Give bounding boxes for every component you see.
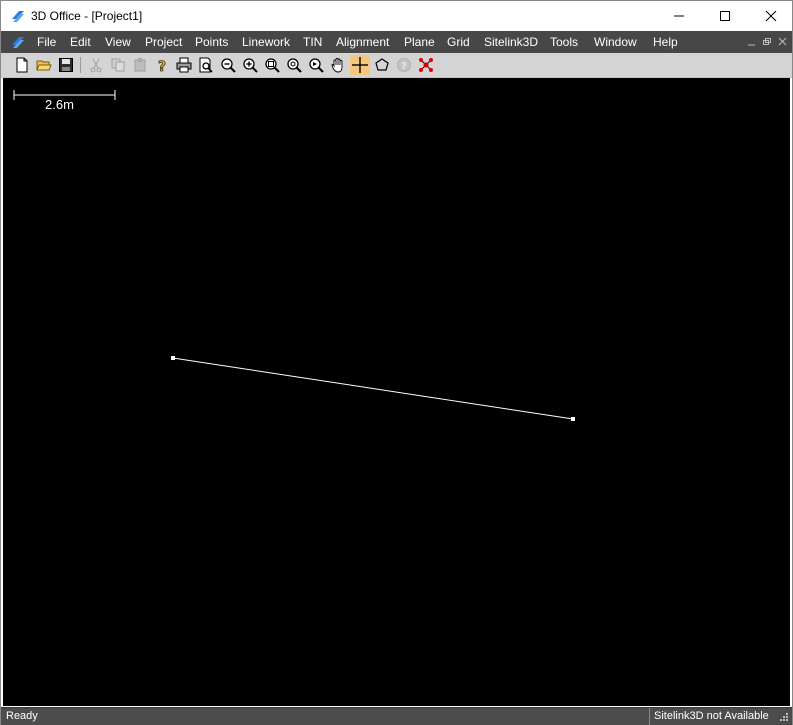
print-preview-button[interactable] bbox=[196, 55, 216, 75]
sitelink-status: Sitelink3D not Available bbox=[649, 708, 773, 725]
title-bar[interactable]: 3D Office - [Project1] bbox=[1, 1, 792, 31]
menu-bar: File Edit View Project Points Linework T… bbox=[1, 31, 792, 53]
maximize-button[interactable] bbox=[702, 1, 748, 31]
zoom-out-button[interactable] bbox=[218, 55, 238, 75]
menu-alignment[interactable]: Alignment bbox=[336, 35, 389, 49]
line-start-node[interactable] bbox=[171, 356, 175, 360]
resize-grip-icon[interactable] bbox=[779, 712, 789, 722]
pan-button[interactable] bbox=[328, 55, 348, 75]
save-icon bbox=[59, 58, 73, 72]
zoom-window-button[interactable] bbox=[262, 55, 282, 75]
menu-window[interactable]: Window bbox=[594, 35, 637, 49]
app-logo-icon bbox=[12, 11, 24, 22]
polygon-icon bbox=[375, 58, 389, 71]
paste-icon bbox=[134, 58, 146, 72]
save-button[interactable] bbox=[56, 55, 76, 75]
cut-button[interactable] bbox=[86, 55, 106, 75]
app-window: 3D Office - [Project1] File Edit View Pr… bbox=[0, 0, 793, 725]
menu-points[interactable]: Points bbox=[195, 35, 228, 49]
copy-icon bbox=[111, 58, 125, 72]
status-bar: Ready Sitelink3D not Available bbox=[1, 707, 792, 725]
menu-tin[interactable]: TIN bbox=[303, 35, 322, 49]
drawing-canvas[interactable]: 2.6m bbox=[3, 78, 790, 706]
canvas-graphics bbox=[13, 90, 575, 421]
zoom-extents-icon bbox=[287, 58, 302, 73]
status-ready-text: Ready bbox=[6, 710, 38, 722]
minimize-icon bbox=[674, 15, 684, 17]
menu-sitelink3d[interactable]: Sitelink3D bbox=[484, 35, 538, 49]
scale-bar-label: 2.6m bbox=[45, 97, 74, 112]
minimize-button[interactable] bbox=[656, 1, 702, 31]
new-file-icon bbox=[16, 57, 28, 73]
cut-icon bbox=[90, 58, 102, 73]
zoom-window-icon bbox=[265, 58, 280, 73]
toolbar: ? ? bbox=[1, 53, 792, 78]
zoom-in-icon bbox=[243, 58, 258, 73]
open-folder-icon bbox=[36, 60, 52, 71]
new-file-button[interactable] bbox=[12, 55, 32, 75]
close-icon bbox=[765, 10, 777, 22]
polyline-segment[interactable] bbox=[172, 357, 574, 420]
help-circle-icon: ? bbox=[397, 58, 411, 72]
network-nodes-icon bbox=[419, 58, 433, 72]
child-close-icon[interactable] bbox=[778, 37, 787, 46]
menu-grid[interactable]: Grid bbox=[447, 35, 470, 49]
zoom-previous-icon bbox=[309, 58, 324, 73]
printer-icon bbox=[176, 57, 192, 73]
zoom-in-button[interactable] bbox=[240, 55, 260, 75]
crosshair-icon bbox=[352, 57, 368, 73]
menu-linework[interactable]: Linework bbox=[242, 35, 290, 49]
menu-edit[interactable]: Edit bbox=[70, 35, 91, 49]
zoom-out-icon bbox=[221, 58, 236, 73]
window-title: 3D Office - [Project1] bbox=[31, 9, 143, 23]
svg-text:?: ? bbox=[158, 59, 166, 73]
menu-file[interactable]: File bbox=[37, 35, 56, 49]
copy-button[interactable] bbox=[108, 55, 128, 75]
hand-pan-icon bbox=[331, 58, 343, 73]
context-help-button[interactable]: ? bbox=[152, 55, 172, 75]
print-preview-icon bbox=[199, 57, 213, 73]
menu-plane[interactable]: Plane bbox=[404, 35, 435, 49]
network-button[interactable] bbox=[416, 55, 436, 75]
toolbar-separator bbox=[80, 57, 81, 73]
menu-help[interactable]: Help bbox=[653, 35, 678, 49]
print-button[interactable] bbox=[174, 55, 194, 75]
close-button[interactable] bbox=[748, 1, 793, 31]
paste-button[interactable] bbox=[130, 55, 150, 75]
line-end-node[interactable] bbox=[571, 417, 575, 421]
crosshair-select-button[interactable] bbox=[350, 55, 370, 75]
maximize-icon bbox=[720, 11, 730, 21]
child-minimize-icon[interactable] bbox=[747, 37, 756, 46]
polygon-button[interactable] bbox=[372, 55, 392, 75]
help-disabled-button[interactable]: ? bbox=[394, 55, 414, 75]
question-mark-icon: ? bbox=[158, 59, 167, 73]
menu-tools[interactable]: Tools bbox=[550, 35, 578, 49]
open-file-button[interactable] bbox=[34, 55, 54, 75]
menu-project[interactable]: Project bbox=[145, 35, 182, 49]
svg-text:?: ? bbox=[401, 61, 407, 72]
zoom-previous-button[interactable] bbox=[306, 55, 326, 75]
menu-view[interactable]: View bbox=[105, 35, 131, 49]
child-restore-icon[interactable] bbox=[762, 37, 771, 46]
zoom-extents-button[interactable] bbox=[284, 55, 304, 75]
document-logo-icon[interactable] bbox=[10, 34, 26, 50]
